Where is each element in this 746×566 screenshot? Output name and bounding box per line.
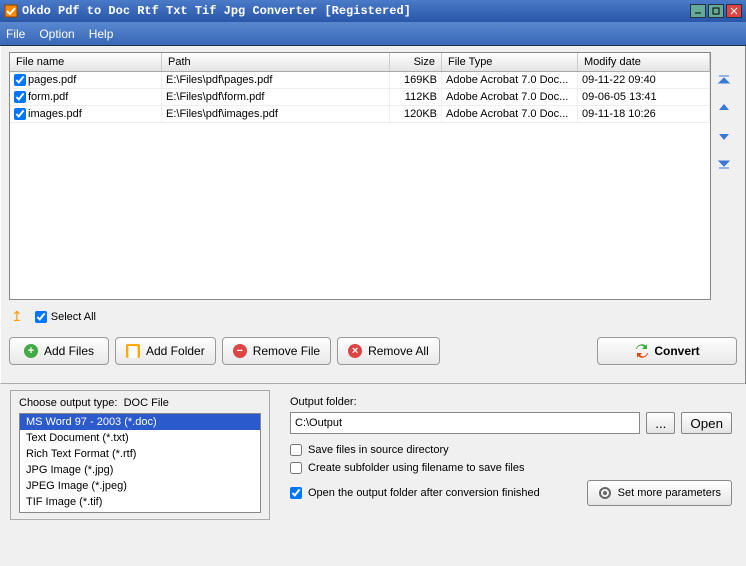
app-icon — [4, 4, 18, 18]
plus-icon: + — [24, 344, 38, 358]
x-icon: × — [348, 344, 362, 358]
list-item[interactable]: TIF Image (*.tif) — [20, 494, 260, 510]
row-checkbox[interactable] — [14, 91, 26, 103]
open-after-checkbox[interactable] — [290, 487, 302, 499]
row-type: Adobe Acrobat 7.0 Doc... — [442, 106, 578, 122]
row-filename: pages.pdf — [28, 74, 76, 86]
folder-icon: ▇ — [126, 344, 140, 358]
output-panel: Output folder: ... Open Save files in so… — [286, 390, 736, 520]
window-title: Okdo Pdf to Doc Rtf Txt Tif Jpg Converte… — [22, 4, 690, 18]
create-subfolder-label: Create subfolder using filename to save … — [308, 462, 524, 474]
file-table: File name Path Size File Type Modify dat… — [9, 52, 711, 300]
create-subfolder-checkbox[interactable] — [290, 462, 302, 474]
minimize-button[interactable] — [690, 4, 706, 18]
output-type-group: Choose output type: DOC File MS Word 97 … — [10, 390, 270, 520]
maximize-button[interactable] — [708, 4, 724, 18]
menu-option[interactable]: Option — [39, 27, 74, 41]
close-button[interactable] — [726, 4, 742, 18]
row-checkbox[interactable] — [14, 74, 26, 86]
col-filetype[interactable]: File Type — [442, 53, 578, 71]
row-type: Adobe Acrobat 7.0 Doc... — [442, 89, 578, 105]
table-row[interactable]: images.pdf E:\Files\pdf\images.pdf120KBAd… — [10, 106, 710, 123]
row-path: E:\Files\pdf\images.pdf — [162, 106, 390, 122]
output-folder-input[interactable] — [290, 412, 640, 434]
select-all-checkbox[interactable] — [35, 311, 47, 323]
open-after-label: Open the output folder after conversion … — [308, 487, 540, 499]
reorder-buttons — [711, 52, 737, 300]
row-checkbox[interactable] — [14, 108, 26, 120]
col-size[interactable]: Size — [390, 53, 442, 71]
menu-file[interactable]: File — [6, 27, 25, 41]
list-item[interactable]: Text Document (*.txt) — [20, 430, 260, 446]
output-type-listbox[interactable]: MS Word 97 - 2003 (*.doc)Text Document (… — [19, 413, 261, 513]
col-filename[interactable]: File name — [10, 53, 162, 71]
table-header: File name Path Size File Type Modify dat… — [10, 53, 710, 72]
menubar: File Option Help — [0, 22, 746, 46]
minus-icon: − — [233, 344, 247, 358]
row-path: E:\Files\pdf\pages.pdf — [162, 72, 390, 88]
row-type: Adobe Acrobat 7.0 Doc... — [442, 72, 578, 88]
col-path[interactable]: Path — [162, 53, 390, 71]
move-up-icon[interactable] — [716, 100, 732, 116]
add-files-button[interactable]: + Add Files — [9, 337, 109, 365]
add-folder-button[interactable]: ▇ Add Folder — [115, 337, 216, 365]
open-folder-button[interactable]: Open — [681, 412, 732, 434]
remove-all-button[interactable]: × Remove All — [337, 337, 440, 365]
move-down-icon[interactable] — [716, 128, 732, 144]
row-date: 09-06-05 13:41 — [578, 89, 710, 105]
output-type-label: Choose output type: — [19, 397, 117, 409]
move-top-icon[interactable] — [716, 72, 732, 88]
col-modifydate[interactable]: Modify date — [578, 53, 710, 71]
save-source-checkbox[interactable] — [290, 444, 302, 456]
table-row[interactable]: pages.pdf E:\Files\pdf\pages.pdf169KBAdob… — [10, 72, 710, 89]
remove-file-button[interactable]: − Remove File — [222, 337, 331, 365]
up-folder-icon[interactable]: ↥ — [11, 308, 23, 325]
select-all-label: Select All — [51, 311, 96, 323]
convert-button[interactable]: Convert — [597, 337, 737, 365]
save-source-label: Save files in source directory — [308, 444, 449, 456]
output-folder-label: Output folder: — [290, 396, 732, 408]
move-bottom-icon[interactable] — [716, 156, 732, 172]
row-date: 09-11-18 10:26 — [578, 106, 710, 122]
row-size: 169KB — [390, 72, 442, 88]
list-item[interactable]: Rich Text Format (*.rtf) — [20, 446, 260, 462]
table-row[interactable]: form.pdf E:\Files\pdf\form.pdf112KBAdobe … — [10, 89, 710, 106]
browse-button[interactable]: ... — [646, 412, 675, 434]
list-item[interactable]: MS Word 97 - 2003 (*.doc) — [20, 414, 260, 430]
row-filename: images.pdf — [28, 108, 82, 120]
row-filename: form.pdf — [28, 91, 68, 103]
list-item[interactable]: JPG Image (*.jpg) — [20, 462, 260, 478]
row-date: 09-11-22 09:40 — [578, 72, 710, 88]
row-path: E:\Files\pdf\form.pdf — [162, 89, 390, 105]
set-more-parameters-button[interactable]: Set more parameters — [587, 480, 732, 506]
convert-icon — [634, 344, 648, 358]
gear-icon — [598, 486, 612, 500]
titlebar: Okdo Pdf to Doc Rtf Txt Tif Jpg Converte… — [0, 0, 746, 22]
list-item[interactable]: JPEG Image (*.jpeg) — [20, 478, 260, 494]
row-size: 120KB — [390, 106, 442, 122]
row-size: 112KB — [390, 89, 442, 105]
output-type-current: DOC File — [124, 397, 169, 409]
menu-help[interactable]: Help — [89, 27, 114, 41]
